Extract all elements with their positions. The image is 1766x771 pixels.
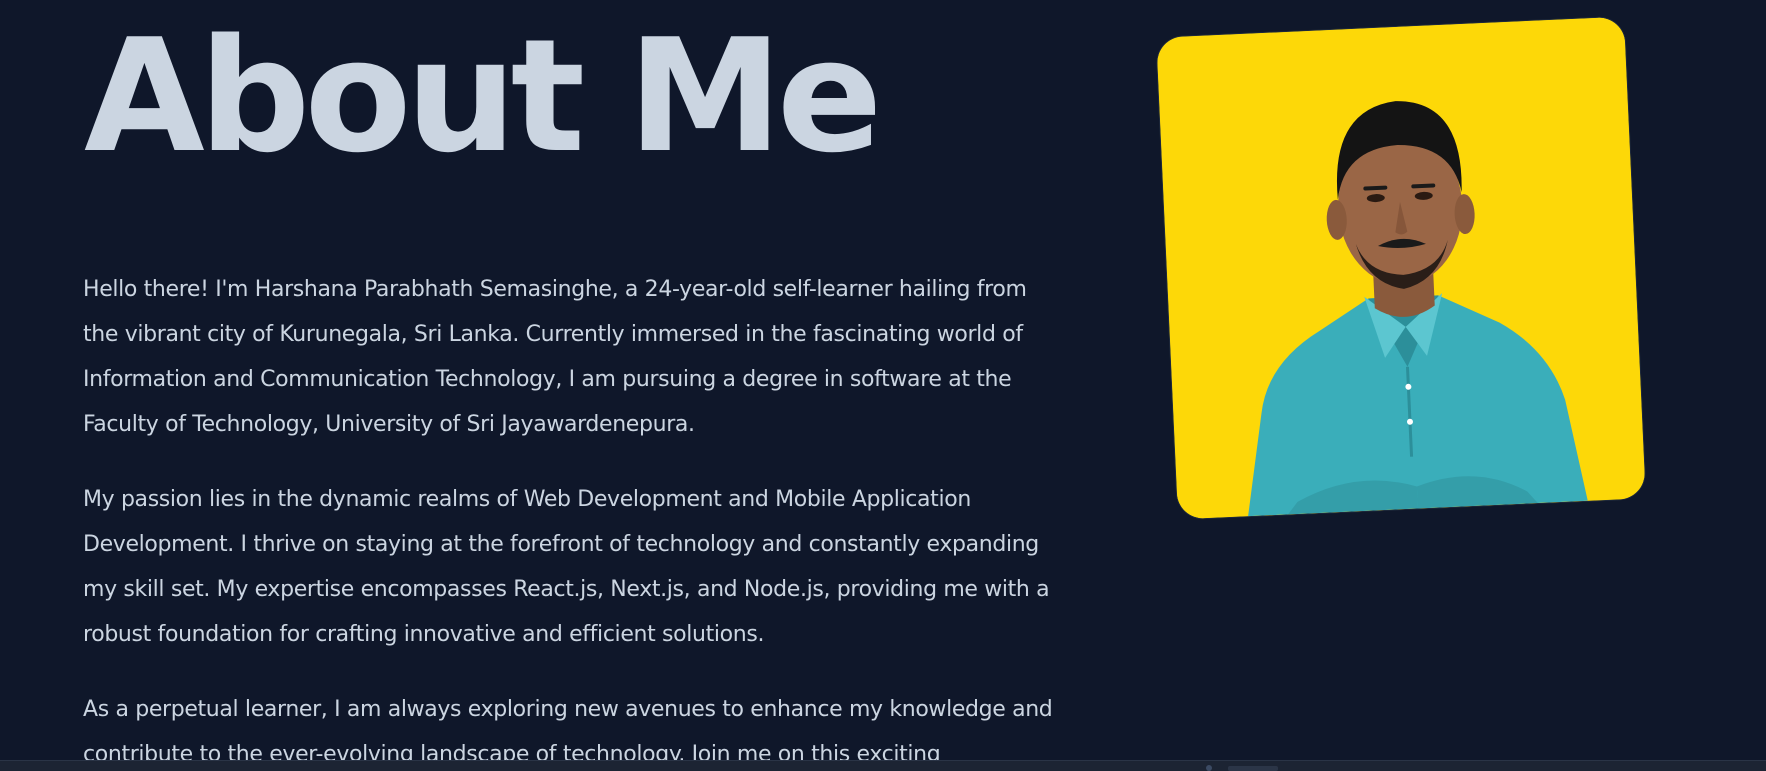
- bio-paragraph-1: Hello there! I'm Harshana Parabhath Sema…: [83, 277, 1027, 437]
- about-page: About Me Hello there! I'm Harshana Parab…: [0, 0, 1766, 760]
- taskbar-item[interactable]: [1228, 766, 1278, 771]
- taskbar: [0, 760, 1766, 771]
- taskbar-icon[interactable]: [1206, 765, 1212, 771]
- bio-paragraph-3: As a perpetual learner, I am always expl…: [83, 697, 1053, 760]
- profile-photo: [1156, 16, 1646, 520]
- bio-text: Hello there! I'm Harshana Parabhath Sema…: [83, 267, 1063, 760]
- page-title: About Me: [84, 5, 883, 187]
- bio-paragraph-2: My passion lies in the dynamic realms of…: [83, 487, 1050, 647]
- portrait-illustration: [1156, 16, 1646, 520]
